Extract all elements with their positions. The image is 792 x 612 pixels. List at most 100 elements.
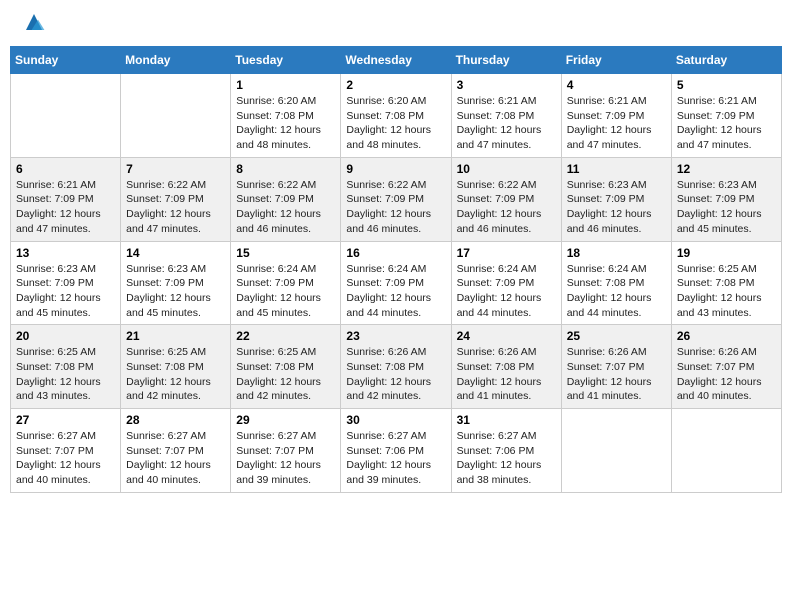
calendar-cell: 30 Sunrise: 6:27 AM Sunset: 7:06 PM Dayli… [341,409,451,493]
calendar-cell: 4 Sunrise: 6:21 AM Sunset: 7:09 PM Daylig… [561,74,671,158]
day-info: Sunrise: 6:21 AM Sunset: 7:09 PM Dayligh… [677,94,776,153]
day-number: 27 [16,413,115,427]
day-info: Sunrise: 6:27 AM Sunset: 7:06 PM Dayligh… [457,429,556,488]
calendar-cell: 13 Sunrise: 6:23 AM Sunset: 7:09 PM Dayli… [11,241,121,325]
day-info: Sunrise: 6:25 AM Sunset: 7:08 PM Dayligh… [126,345,225,404]
day-info: Sunrise: 6:27 AM Sunset: 7:07 PM Dayligh… [16,429,115,488]
calendar-cell: 19 Sunrise: 6:25 AM Sunset: 7:08 PM Dayli… [671,241,781,325]
calendar-cell: 24 Sunrise: 6:26 AM Sunset: 7:08 PM Dayli… [451,325,561,409]
day-info: Sunrise: 6:26 AM Sunset: 7:08 PM Dayligh… [457,345,556,404]
page-header [10,10,782,38]
day-info: Sunrise: 6:21 AM Sunset: 7:08 PM Dayligh… [457,94,556,153]
calendar-header-saturday: Saturday [671,47,781,74]
day-number: 18 [567,246,666,260]
day-number: 19 [677,246,776,260]
calendar-header-monday: Monday [121,47,231,74]
day-number: 15 [236,246,335,260]
day-number: 24 [457,329,556,343]
day-info: Sunrise: 6:27 AM Sunset: 7:07 PM Dayligh… [236,429,335,488]
calendar-week-row: 13 Sunrise: 6:23 AM Sunset: 7:09 PM Dayli… [11,241,782,325]
calendar-cell: 17 Sunrise: 6:24 AM Sunset: 7:09 PM Dayli… [451,241,561,325]
day-number: 25 [567,329,666,343]
day-info: Sunrise: 6:26 AM Sunset: 7:07 PM Dayligh… [677,345,776,404]
calendar-cell: 26Sunrise: 6:26 AM Sunset: 7:07 PM Dayli… [671,325,781,409]
calendar-cell: 14Sunrise: 6:23 AM Sunset: 7:09 PM Dayli… [121,241,231,325]
day-info: Sunrise: 6:22 AM Sunset: 7:09 PM Dayligh… [236,178,335,237]
day-number: 20 [16,329,115,343]
day-number: 13 [16,246,115,260]
logo [18,14,46,34]
calendar-cell: 9 Sunrise: 6:22 AM Sunset: 7:09 PM Daylig… [341,157,451,241]
calendar-cell: 16 Sunrise: 6:24 AM Sunset: 7:09 PM Dayli… [341,241,451,325]
calendar-cell: 29 Sunrise: 6:27 AM Sunset: 7:07 PM Dayli… [231,409,341,493]
day-number: 1 [236,78,335,92]
day-info: Sunrise: 6:25 AM Sunset: 7:08 PM Dayligh… [236,345,335,404]
day-number: 9 [346,162,445,176]
calendar-table: SundayMondayTuesdayWednesdayThursdayFrid… [10,46,782,493]
calendar-cell: 6Sunrise: 6:21 AM Sunset: 7:09 PM Daylig… [11,157,121,241]
calendar-cell: 28 Sunrise: 6:27 AM Sunset: 7:07 PM Dayli… [121,409,231,493]
calendar-cell: 18 Sunrise: 6:24 AM Sunset: 7:08 PM Dayli… [561,241,671,325]
calendar-cell: 2Sunrise: 6:20 AM Sunset: 7:08 PM Daylig… [341,74,451,158]
calendar-header-sunday: Sunday [11,47,121,74]
day-number: 23 [346,329,445,343]
day-number: 11 [567,162,666,176]
day-info: Sunrise: 6:24 AM Sunset: 7:09 PM Dayligh… [457,262,556,321]
day-number: 17 [457,246,556,260]
calendar-cell [561,409,671,493]
day-number: 4 [567,78,666,92]
calendar-header-wednesday: Wednesday [341,47,451,74]
day-number: 14 [126,246,225,260]
day-info: Sunrise: 6:27 AM Sunset: 7:07 PM Dayligh… [126,429,225,488]
day-info: Sunrise: 6:21 AM Sunset: 7:09 PM Dayligh… [16,178,115,237]
calendar-cell: 11 Sunrise: 6:23 AM Sunset: 7:09 PM Dayli… [561,157,671,241]
day-info: Sunrise: 6:23 AM Sunset: 7:09 PM Dayligh… [16,262,115,321]
day-info: Sunrise: 6:25 AM Sunset: 7:08 PM Dayligh… [677,262,776,321]
calendar-cell: 22 Sunrise: 6:25 AM Sunset: 7:08 PM Dayli… [231,325,341,409]
day-info: Sunrise: 6:20 AM Sunset: 7:08 PM Dayligh… [346,94,445,153]
day-number: 7 [126,162,225,176]
calendar-week-row: 27 Sunrise: 6:27 AM Sunset: 7:07 PM Dayli… [11,409,782,493]
calendar-cell: 10Sunrise: 6:22 AM Sunset: 7:09 PM Dayli… [451,157,561,241]
day-number: 22 [236,329,335,343]
calendar-cell [11,74,121,158]
calendar-cell: 27 Sunrise: 6:27 AM Sunset: 7:07 PM Dayli… [11,409,121,493]
day-number: 30 [346,413,445,427]
day-info: Sunrise: 6:21 AM Sunset: 7:09 PM Dayligh… [567,94,666,153]
day-info: Sunrise: 6:26 AM Sunset: 7:07 PM Dayligh… [567,345,666,404]
calendar-cell: 15 Sunrise: 6:24 AM Sunset: 7:09 PM Dayli… [231,241,341,325]
day-number: 10 [457,162,556,176]
day-info: Sunrise: 6:24 AM Sunset: 7:08 PM Dayligh… [567,262,666,321]
calendar-cell: 23 Sunrise: 6:26 AM Sunset: 7:08 PM Dayli… [341,325,451,409]
calendar-cell [671,409,781,493]
calendar-cell: 25 Sunrise: 6:26 AM Sunset: 7:07 PM Dayli… [561,325,671,409]
day-number: 31 [457,413,556,427]
day-number: 21 [126,329,225,343]
calendar-cell: 5 Sunrise: 6:21 AM Sunset: 7:09 PM Daylig… [671,74,781,158]
calendar-header-row: SundayMondayTuesdayWednesdayThursdayFrid… [11,47,782,74]
calendar-header-thursday: Thursday [451,47,561,74]
day-number: 12 [677,162,776,176]
day-info: Sunrise: 6:26 AM Sunset: 7:08 PM Dayligh… [346,345,445,404]
day-number: 29 [236,413,335,427]
day-number: 28 [126,413,225,427]
calendar-week-row: 1 Sunrise: 6:20 AM Sunset: 7:08 PM Daylig… [11,74,782,158]
day-number: 5 [677,78,776,92]
day-info: Sunrise: 6:22 AM Sunset: 7:09 PM Dayligh… [126,178,225,237]
calendar-cell: 20 Sunrise: 6:25 AM Sunset: 7:08 PM Dayli… [11,325,121,409]
day-info: Sunrise: 6:25 AM Sunset: 7:08 PM Dayligh… [16,345,115,404]
day-number: 16 [346,246,445,260]
day-number: 3 [457,78,556,92]
day-info: Sunrise: 6:24 AM Sunset: 7:09 PM Dayligh… [346,262,445,321]
day-info: Sunrise: 6:22 AM Sunset: 7:09 PM Dayligh… [346,178,445,237]
calendar-cell: 8 Sunrise: 6:22 AM Sunset: 7:09 PM Daylig… [231,157,341,241]
day-info: Sunrise: 6:24 AM Sunset: 7:09 PM Dayligh… [236,262,335,321]
calendar-cell: 7 Sunrise: 6:22 AM Sunset: 7:09 PM Daylig… [121,157,231,241]
day-info: Sunrise: 6:27 AM Sunset: 7:06 PM Dayligh… [346,429,445,488]
logo-icon [22,10,46,34]
calendar-header-tuesday: Tuesday [231,47,341,74]
calendar-week-row: 6Sunrise: 6:21 AM Sunset: 7:09 PM Daylig… [11,157,782,241]
calendar-cell: 1Sunrise: 6:20 AM Sunset: 7:08 PM Daylig… [231,74,341,158]
day-info: Sunrise: 6:23 AM Sunset: 7:09 PM Dayligh… [567,178,666,237]
day-number: 8 [236,162,335,176]
